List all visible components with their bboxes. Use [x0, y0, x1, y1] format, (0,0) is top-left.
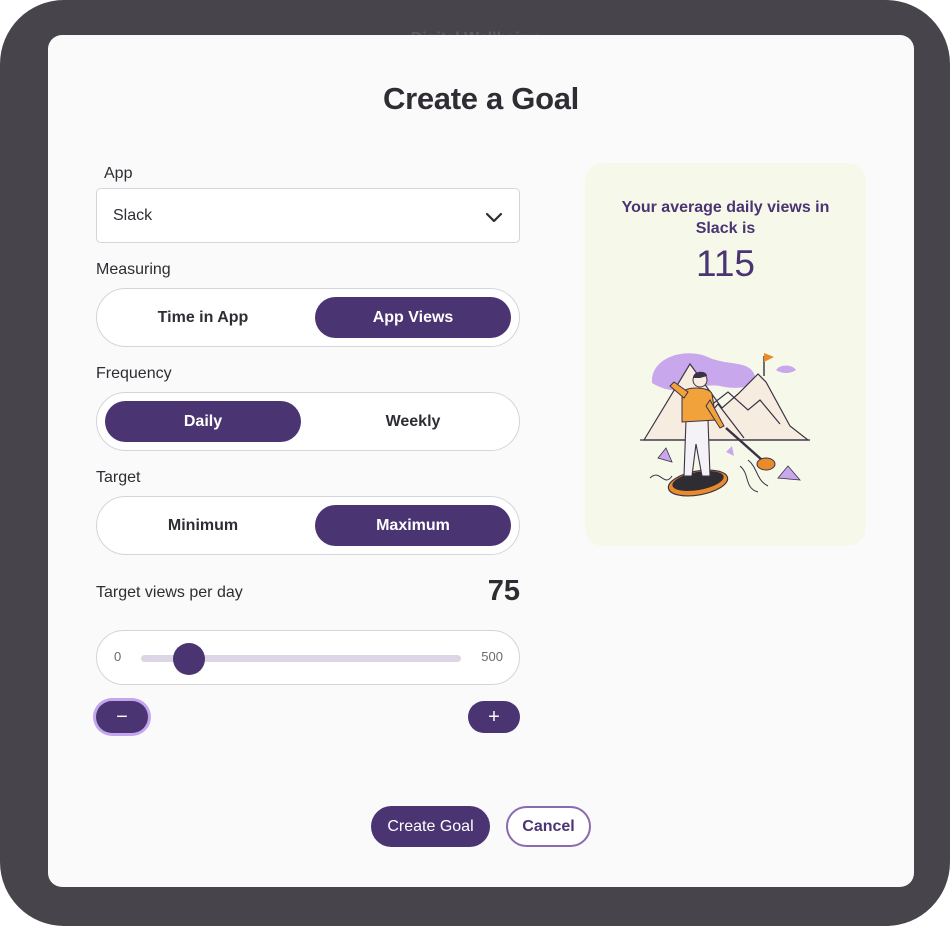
- increment-button[interactable]: +: [468, 701, 520, 733]
- measuring-option-time-in-app[interactable]: Time in App: [105, 297, 301, 338]
- target-slider-container: 0 500: [96, 630, 520, 685]
- target-option-minimum[interactable]: Minimum: [105, 505, 301, 546]
- slider-max-label: 500: [481, 649, 503, 664]
- target-views-label: Target views per day: [96, 584, 243, 601]
- slider-min-label: 0: [114, 649, 122, 664]
- decrement-button[interactable]: −: [96, 701, 148, 733]
- average-views-text: Your average daily views in Slack is: [621, 199, 830, 237]
- average-views-value: 115: [696, 243, 755, 284]
- target-label: Target: [96, 469, 141, 486]
- slider-track[interactable]: [141, 643, 461, 675]
- paddleboard-illustration: [640, 353, 810, 497]
- frequency-label: Frequency: [96, 365, 172, 382]
- create-goal-dialog: Create a Goal App Slack Measuring Time i…: [48, 35, 914, 887]
- target-views-value: 75: [487, 575, 520, 607]
- chevron-down-icon: [485, 212, 503, 223]
- target-toggle: Minimum Maximum: [96, 496, 520, 555]
- app-select[interactable]: Slack: [96, 188, 520, 243]
- minus-icon: −: [116, 705, 128, 728]
- measuring-toggle: Time in App App Views: [96, 288, 520, 347]
- plus-icon: +: [488, 705, 500, 728]
- frequency-option-daily[interactable]: Daily: [105, 401, 301, 442]
- dialog-title: Create a Goal: [383, 81, 579, 116]
- slider-thumb[interactable]: [173, 643, 205, 675]
- frequency-toggle: Daily Weekly: [96, 392, 520, 451]
- measuring-option-app-views[interactable]: App Views: [315, 297, 511, 338]
- measuring-label: Measuring: [96, 261, 171, 278]
- cancel-button[interactable]: Cancel: [506, 806, 591, 847]
- app-select-value: Slack: [113, 207, 153, 224]
- frequency-option-weekly[interactable]: Weekly: [315, 401, 511, 442]
- app-label: App: [104, 165, 133, 182]
- target-option-maximum[interactable]: Maximum: [315, 505, 511, 546]
- create-goal-button[interactable]: Create Goal: [371, 806, 490, 847]
- average-views-card: Your average daily views in Slack is 115: [585, 163, 866, 546]
